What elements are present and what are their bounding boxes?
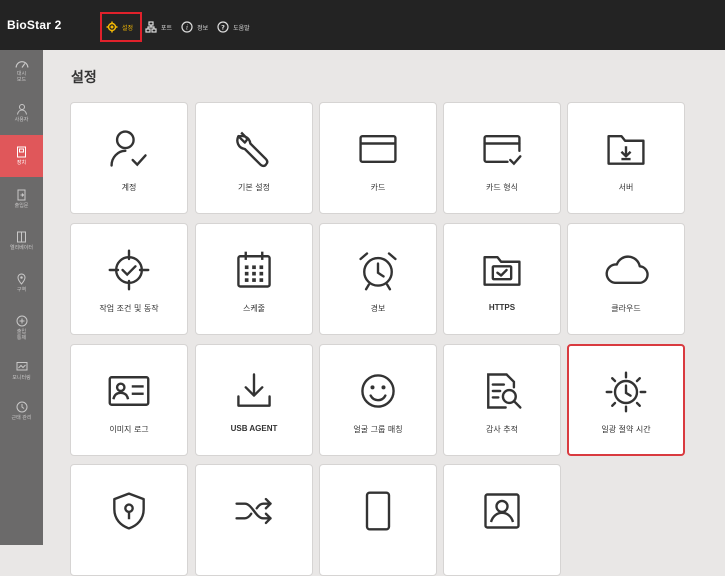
- tile-label: 이미지 로그: [109, 425, 149, 434]
- sidebar-item-label: 근태 관리: [11, 415, 32, 421]
- top-bar: BioStar 2 설정 포트 i 정보 ? 도움말: [0, 0, 725, 50]
- svg-text:?: ?: [221, 24, 225, 32]
- tile-card-format[interactable]: 카드 형식: [443, 102, 561, 214]
- tile-alarm[interactable]: 경보: [319, 223, 437, 335]
- cloud-icon: [602, 246, 650, 294]
- tile-schedule[interactable]: 스케줄: [195, 223, 313, 335]
- user-icon: [16, 104, 27, 115]
- tile-https[interactable]: HTTPS: [443, 223, 561, 335]
- network-icon: [145, 21, 157, 33]
- sidebar-item-label: 사용자: [14, 117, 29, 123]
- sidebar-item-label: 출입문: [14, 203, 29, 209]
- tile-visual-face[interactable]: [443, 464, 561, 576]
- sidebar-item-label: 대시 보드: [16, 71, 27, 83]
- card-format-icon: [478, 125, 526, 173]
- tile-security[interactable]: [70, 464, 188, 576]
- tile-shuffle[interactable]: [195, 464, 313, 576]
- tile-label: 서버: [618, 183, 634, 192]
- page-title: 설정: [71, 70, 97, 86]
- tile-label: 기본 설정: [238, 183, 270, 192]
- https-folder-icon: [478, 246, 526, 294]
- elevator-icon: [17, 231, 26, 243]
- nav-port-label: 포트: [161, 24, 173, 32]
- tile-label: 카드: [370, 183, 386, 192]
- tile-usb-agent[interactable]: USB AGENT: [195, 344, 313, 456]
- sidebar-item-user[interactable]: 사용자: [0, 92, 43, 134]
- tile-daylight-saving-time[interactable]: 일광 절약 시간: [567, 344, 685, 456]
- audit-search-icon: [478, 367, 526, 415]
- sidebar-item-device[interactable]: 장치: [0, 135, 43, 177]
- security-shield-icon: [105, 487, 153, 535]
- tile-cloud[interactable]: 클라우드: [567, 223, 685, 335]
- tile-card[interactable]: 카드: [319, 102, 437, 214]
- visual-face-icon: [478, 487, 526, 535]
- top-nav: 설정 포트 i 정보 ? 도움말: [100, 12, 256, 42]
- calendar-icon: [230, 246, 278, 294]
- alarm-clock-icon: [354, 246, 402, 294]
- nav-info[interactable]: i 정보: [178, 12, 214, 42]
- sidebar-item-access-control[interactable]: 출입 통제: [0, 304, 43, 352]
- zone-icon: [17, 273, 26, 285]
- sidebar-item-monitoring[interactable]: 모니터링: [0, 350, 43, 392]
- info-icon: i: [181, 21, 193, 33]
- clock-icon: [16, 401, 27, 413]
- card-icon: [354, 125, 402, 173]
- tile-label: 작업 조건 및 동작: [99, 304, 159, 313]
- nav-help-label: 도움말: [233, 24, 250, 32]
- tile-label: 계정: [121, 183, 137, 192]
- server-folder-icon: [602, 125, 650, 173]
- monitoring-icon: [16, 362, 27, 371]
- sidebar-item-label: 구역: [16, 287, 27, 293]
- tile-label: 클라우드: [611, 304, 641, 313]
- sidebar-item-time-attendance[interactable]: 근태 관리: [0, 390, 43, 432]
- smiley-face-icon: [354, 367, 402, 415]
- sidebar-item-label: 장치: [16, 160, 27, 166]
- wrench-icon: [230, 125, 278, 173]
- tile-label: 얼굴 그룹 매칭: [353, 425, 403, 434]
- help-icon: ?: [217, 21, 229, 33]
- door-icon: [17, 189, 26, 201]
- tile-account[interactable]: 계정: [70, 102, 188, 214]
- svg-text:i: i: [186, 24, 188, 32]
- dashboard-gauge-icon: [15, 61, 28, 68]
- sidebar-item-label: 모니터링: [12, 375, 31, 381]
- nav-settings-label: 설정: [122, 24, 134, 32]
- tile-server[interactable]: 서버: [567, 102, 685, 214]
- tile-audit-trail[interactable]: 감사 추적: [443, 344, 561, 456]
- nav-port[interactable]: 포트: [142, 12, 178, 42]
- usb-download-icon: [230, 367, 278, 415]
- mobile-device-icon: [354, 487, 402, 535]
- account-user-icon: [105, 125, 153, 173]
- nav-help[interactable]: ? 도움말: [214, 12, 256, 42]
- tile-trigger-action[interactable]: 작업 조건 및 동작: [70, 223, 188, 335]
- device-icon: [17, 146, 26, 158]
- tile-label: 일광 절약 시간: [601, 425, 651, 434]
- tile-label: USB AGENT: [230, 424, 278, 433]
- sidebar-item-label: 출입 통제: [16, 329, 27, 341]
- trigger-action-icon: [105, 246, 153, 294]
- tile-label: 감사 추적: [486, 425, 518, 434]
- sidebar-item-dashboard[interactable]: 대시 보드: [0, 50, 43, 92]
- sidebar-item-zone[interactable]: 구역: [0, 262, 43, 304]
- sidebar-item-elevator[interactable]: 엘리베이터: [0, 220, 43, 262]
- sidebar: 대시 보드 사용자 장치 출입문 엘리베이터 구역 출입 통제 모니터링 근태 …: [0, 50, 43, 545]
- tile-image-log[interactable]: 이미지 로그: [70, 344, 188, 456]
- tile-label: HTTPS: [488, 303, 516, 312]
- app-logo[interactable]: BioStar 2: [7, 18, 61, 32]
- nav-info-label: 정보: [197, 24, 209, 32]
- tile-mobile[interactable]: [319, 464, 437, 576]
- gear-icon: [106, 21, 118, 33]
- access-control-icon: [16, 315, 27, 327]
- nav-settings[interactable]: 설정: [100, 12, 143, 42]
- sidebar-item-label: 엘리베이터: [9, 245, 33, 251]
- daylight-saving-icon: [602, 368, 650, 416]
- tile-label: 경보: [370, 304, 386, 313]
- tile-label: 스케줄: [242, 304, 266, 313]
- tile-label: 카드 형식: [486, 183, 518, 192]
- tile-basic-settings[interactable]: 기본 설정: [195, 102, 313, 214]
- tile-face-group-matching[interactable]: 얼굴 그룹 매칭: [319, 344, 437, 456]
- image-log-icon: [105, 367, 153, 415]
- shuffle-icon: [230, 487, 278, 535]
- sidebar-item-door[interactable]: 출입문: [0, 178, 43, 220]
